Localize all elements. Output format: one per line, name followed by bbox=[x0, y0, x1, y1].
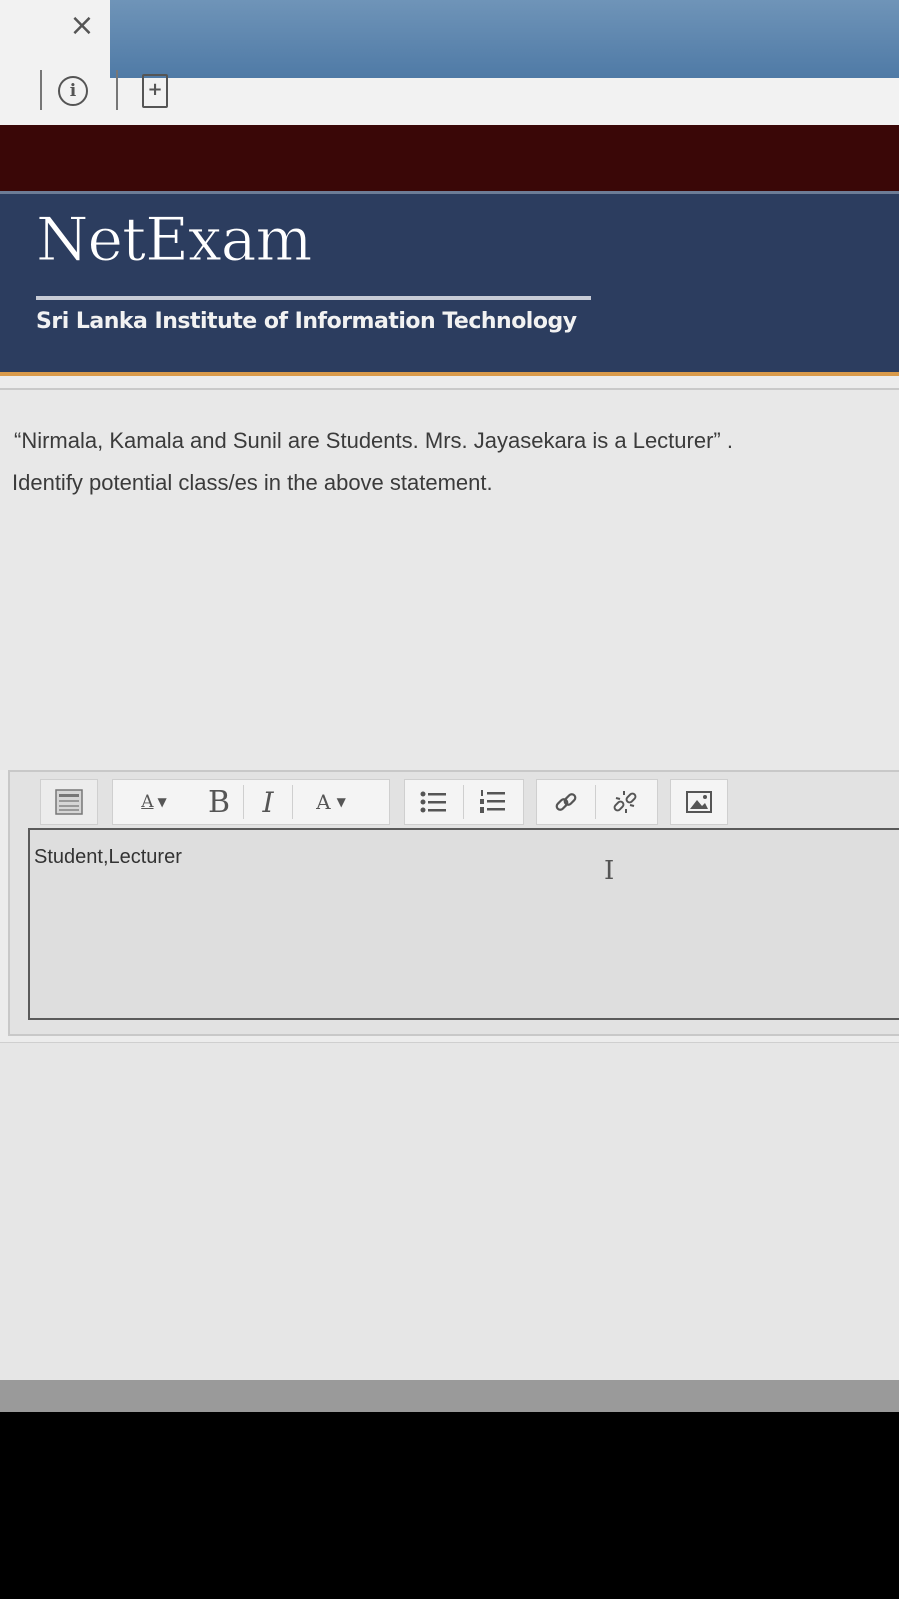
browser-tab-strip bbox=[110, 0, 899, 78]
image-icon bbox=[671, 781, 727, 823]
institute-name: Sri Lanka Institute of Information Techn… bbox=[36, 309, 577, 334]
link-icon bbox=[555, 793, 577, 811]
question-text: “Nirmala, Kamala and Sunil are Students.… bbox=[14, 428, 733, 453]
link-group bbox=[536, 779, 658, 825]
close-icon[interactable]: × bbox=[62, 6, 102, 46]
toolbar-divider bbox=[116, 70, 118, 110]
unordered-list-icon bbox=[420, 791, 446, 813]
add-page-icon[interactable]: + bbox=[142, 74, 168, 108]
info-icon[interactable]: i bbox=[58, 76, 88, 106]
insert-link-button[interactable] bbox=[537, 781, 595, 823]
insert-image-button[interactable] bbox=[670, 779, 728, 825]
header-band bbox=[0, 125, 899, 191]
toolbar-toggle-icon bbox=[41, 781, 97, 823]
italic-icon: I bbox=[262, 785, 274, 819]
unlink-button[interactable] bbox=[596, 781, 654, 823]
answer-text: Student,Lecturer bbox=[34, 846, 182, 868]
list-group bbox=[404, 779, 524, 825]
browser-toolbar: × i + bbox=[0, 0, 899, 130]
ordered-list-button[interactable] bbox=[464, 781, 522, 823]
ordered-list-icon bbox=[480, 790, 505, 813]
question-prompt: Identify potential class/es in the above… bbox=[12, 470, 493, 495]
font-color-button[interactable]: A ▼ bbox=[293, 781, 369, 823]
bold-button[interactable]: B bbox=[195, 781, 243, 823]
text-cursor-icon: I bbox=[604, 856, 615, 886]
toolbar-toggle-button[interactable] bbox=[40, 779, 98, 825]
text-format-group: A ▼ B I A ▼ bbox=[112, 779, 390, 825]
unlink-icon bbox=[613, 791, 637, 813]
chevron-down-icon: ▼ bbox=[336, 795, 346, 809]
chevron-down-icon: ▼ bbox=[157, 795, 167, 809]
banner-accent-line bbox=[0, 372, 899, 376]
paragraph-format-button[interactable]: A ▼ bbox=[113, 781, 195, 823]
toolbar-divider bbox=[40, 70, 42, 110]
screen-bottom-edge bbox=[0, 1380, 899, 1412]
unordered-list-button[interactable] bbox=[405, 781, 463, 823]
banner-top-rule bbox=[0, 191, 899, 194]
brand-divider bbox=[36, 296, 591, 300]
screen: × i + NetExam Sri Lanka Institute of Inf… bbox=[0, 0, 899, 1412]
page-body bbox=[0, 1042, 899, 1393]
font-color-icon: A bbox=[316, 790, 331, 814]
brand-logo: NetExam bbox=[35, 205, 312, 276]
paragraph-format-icon: A bbox=[141, 792, 154, 812]
bold-icon: B bbox=[207, 784, 231, 820]
italic-button[interactable]: I bbox=[244, 781, 292, 823]
